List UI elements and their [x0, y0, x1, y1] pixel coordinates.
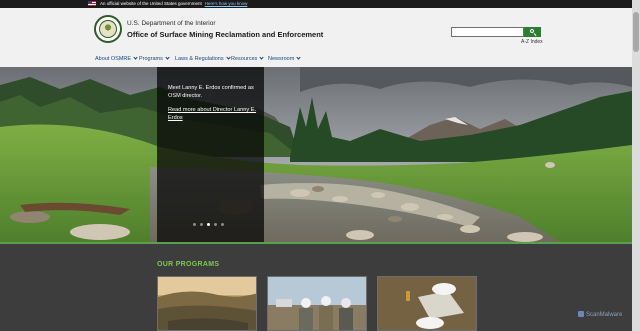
chevron-down-icon [165, 55, 170, 60]
carousel-dot[interactable] [221, 223, 224, 226]
nav-newsroom[interactable]: Newsroom [268, 55, 301, 62]
department-name[interactable]: U.S. Department of the Interior [127, 20, 216, 27]
nav-label: Resources [231, 56, 258, 62]
nav-resources[interactable]: Resources [231, 55, 264, 62]
search-icon [530, 29, 534, 33]
hero-landscape-image [0, 67, 632, 242]
nav-label: Laws & Regulations [175, 56, 224, 62]
hero-read-more-link[interactable]: Read more about Director Lanny E. Erdos [168, 106, 258, 122]
program-card-landscape[interactable] [157, 276, 257, 331]
program-card-workers[interactable] [267, 276, 367, 331]
nav-label: Newsroom [268, 56, 295, 62]
us-flag-icon [88, 1, 96, 6]
agency-name[interactable]: Office of Surface Mining Reclamation and… [127, 30, 323, 39]
program-card-sampling[interactable] [377, 276, 477, 331]
masthead: U.S. Department of the Interior Office o… [0, 8, 632, 50]
gov-banner: An official website of the United States… [0, 0, 640, 8]
search-button[interactable] [524, 27, 541, 37]
watermark: ScanMalware [578, 311, 622, 318]
az-index-link[interactable]: A-Z Index [521, 39, 543, 45]
program-card-image [378, 277, 476, 330]
nav-label: About OSMRE [95, 56, 132, 62]
hero-caption-panel: Meet Lanny E. Erdos confirmed as OSM dir… [157, 67, 264, 242]
program-card-image [158, 277, 256, 330]
doi-seal-logo[interactable] [94, 15, 122, 43]
scrollbar-thumb[interactable] [633, 12, 639, 52]
carousel-dot[interactable] [214, 223, 217, 226]
chevron-down-icon [259, 55, 264, 60]
chevron-down-icon [226, 55, 231, 60]
carousel-dot[interactable] [193, 223, 196, 226]
search-input[interactable] [451, 27, 524, 37]
watermark-text: ScanMalware [586, 312, 623, 318]
chevron-down-icon [133, 55, 138, 60]
main-nav: About OSMRE Programs Laws & Regulations … [0, 50, 632, 67]
watermark-logo-icon [578, 311, 584, 317]
nav-about-osmre[interactable]: About OSMRE [95, 55, 138, 62]
page-scrollbar[interactable] [632, 0, 640, 331]
chevron-down-icon [296, 55, 301, 60]
programs-heading: OUR PROGRAMS [157, 261, 220, 268]
hero-carousel: Meet Lanny E. Erdos confirmed as OSM dir… [0, 67, 632, 242]
hero-caption-text: Meet Lanny E. Erdos confirmed as OSM dir… [168, 85, 254, 99]
gov-banner-text: An official website of the United States… [100, 1, 202, 6]
heres-how-you-know-link[interactable]: Here's how you know [205, 1, 248, 6]
programs-section: OUR PROGRAMS [0, 244, 632, 331]
program-card-image [268, 277, 366, 330]
nav-label: Programs [139, 56, 163, 62]
carousel-dot[interactable] [207, 223, 210, 226]
nav-laws-regulations[interactable]: Laws & Regulations [175, 55, 231, 62]
nav-programs[interactable]: Programs [139, 55, 170, 62]
carousel-dot[interactable] [200, 223, 203, 226]
